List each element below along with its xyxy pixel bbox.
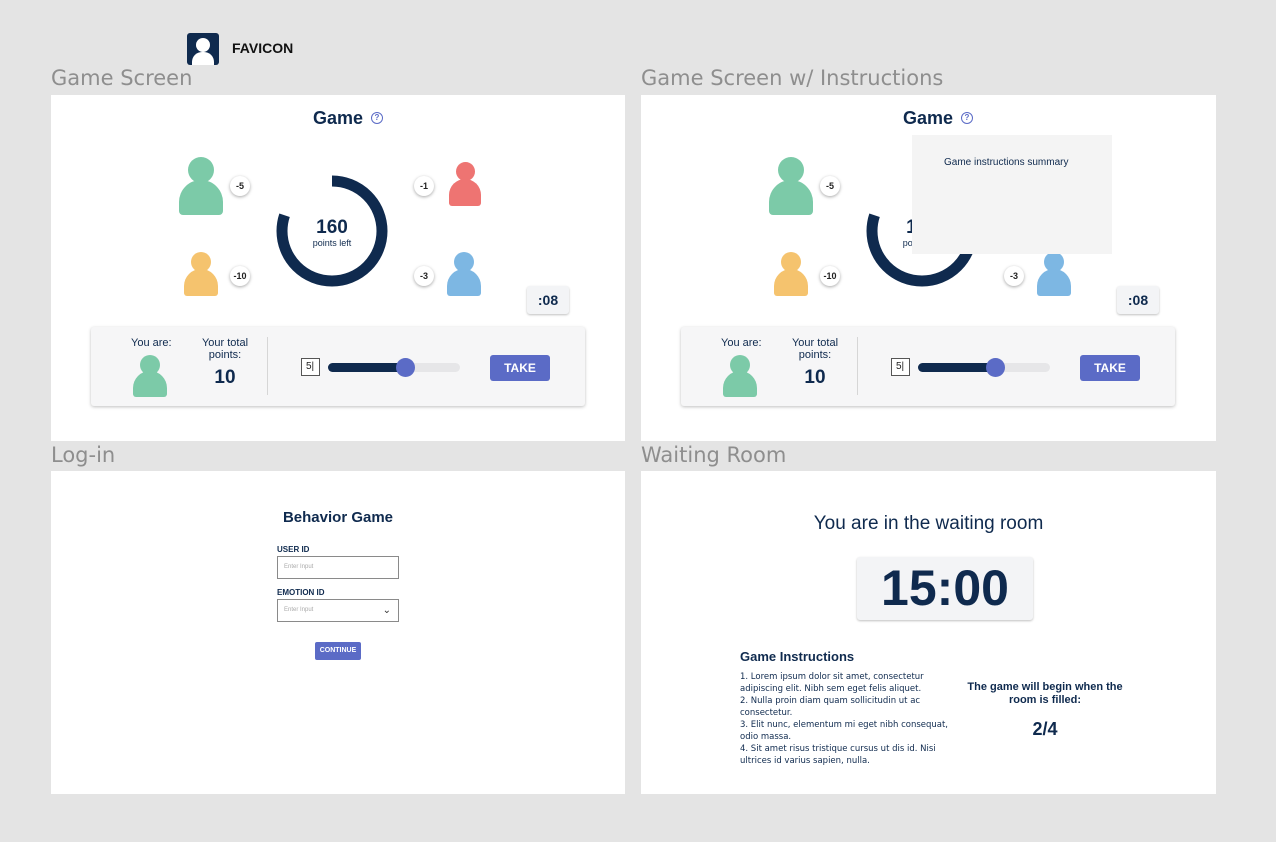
total-points-label: Your total points:	[201, 337, 249, 361]
game-title: Game	[903, 108, 954, 128]
frame-label-game-screen: Game Screen	[51, 66, 193, 90]
take-button[interactable]: TAKE	[1080, 355, 1140, 381]
panel-divider	[857, 337, 858, 395]
favicon-icon	[187, 33, 219, 65]
player-panel: You are: Your total points: 10 5| TAKE	[91, 327, 585, 406]
player-red-badge: -1	[414, 176, 434, 196]
take-slider-fill	[918, 363, 995, 372]
take-amount-input[interactable]: 5|	[891, 358, 910, 376]
player-blue-avatar	[1037, 252, 1071, 296]
you-are-label: You are:	[721, 337, 762, 349]
game-title: Game	[313, 108, 364, 128]
your-avatar	[133, 355, 167, 397]
player-green-badge: -5	[230, 176, 250, 196]
continue-button[interactable]: CONTINUE	[315, 642, 361, 660]
instruction-item: 2. Nulla proin diam quam sollicitudin ut…	[740, 696, 921, 718]
help-icon[interactable]: ?	[961, 112, 973, 124]
game-screen-instructions-frame: Game ? -5 -10 -3 160 points left Game in…	[641, 95, 1216, 441]
player-green-badge: -5	[820, 176, 840, 196]
room-count: 2/4	[1032, 719, 1058, 739]
total-points-value: 10	[804, 367, 826, 388]
favicon-label: FAVICON	[232, 40, 294, 56]
take-slider-thumb[interactable]	[395, 358, 415, 377]
player-panel: You are: Your total points: 10 5| TAKE	[681, 327, 1175, 406]
frame-label-game-screen-instructions: Game Screen w/ Instructions	[641, 66, 944, 90]
countdown-clock: 15:00	[857, 557, 1033, 620]
user-id-field[interactable]: Enter Input	[277, 556, 399, 579]
instructions-summary-text: Game instructions summary	[944, 157, 1069, 168]
your-avatar	[723, 355, 757, 397]
instruction-item: 3. Elit nunc, elementum mi eget nibh con…	[740, 720, 949, 742]
points-left-value: 160	[316, 217, 348, 238]
player-yellow-badge: -10	[820, 266, 840, 286]
chevron-down-icon: ⌄	[382, 605, 391, 616]
player-blue-avatar	[447, 252, 481, 296]
user-id-label: USER ID	[277, 545, 310, 554]
player-green-avatar	[769, 157, 813, 215]
you-are-label: You are:	[131, 337, 172, 349]
take-amount-input[interactable]: 5|	[301, 358, 320, 376]
player-yellow-badge: -10	[230, 266, 250, 286]
emotion-id-select[interactable]: Enter Input ⌄	[277, 599, 399, 622]
player-blue-badge: -3	[414, 266, 434, 286]
points-left-label: points left	[312, 238, 352, 248]
waiting-room-title: You are in the waiting room	[813, 513, 1044, 534]
login-frame: Behavior Game USER ID Enter Input EMOTIO…	[51, 471, 625, 794]
waiting-room-frame: You are in the waiting room 15:00 Game I…	[641, 471, 1216, 794]
instructions-tooltip: Game instructions summary	[912, 135, 1112, 254]
player-yellow-avatar	[774, 252, 808, 296]
frame-label-login: Log-in	[51, 443, 116, 467]
emotion-id-label: EMOTION ID	[277, 588, 325, 597]
game-screen-frame: Game ? -5 -1 -10 -3 160 points left :08 …	[51, 95, 625, 441]
take-slider-thumb[interactable]	[985, 358, 1005, 377]
turn-timer: :08	[1117, 286, 1159, 314]
login-title: Behavior Game	[282, 509, 394, 526]
total-points-label: Your total points:	[791, 337, 839, 361]
take-slider-fill	[328, 363, 405, 372]
begin-text: The game will begin when the room is fil…	[967, 681, 1123, 706]
instruction-item: 1. Lorem ipsum dolor sit amet, consectet…	[740, 672, 924, 694]
player-blue-badge: -3	[1004, 266, 1024, 286]
emotion-id-placeholder: Enter Input	[284, 607, 314, 613]
total-points-value: 10	[214, 367, 236, 388]
panel-divider	[267, 337, 268, 395]
player-red-avatar	[449, 162, 481, 206]
help-icon[interactable]: ?	[371, 112, 383, 124]
player-yellow-avatar	[184, 252, 218, 296]
instructions-list: 1. Lorem ipsum dolor sit amet, consectet…	[740, 671, 952, 767]
take-button[interactable]: TAKE	[490, 355, 550, 381]
player-green-avatar	[179, 157, 223, 215]
instructions-title: Game Instructions	[740, 649, 855, 664]
turn-timer: :08	[527, 286, 569, 314]
instruction-item: 4. Sit amet risus tristique cursus ut di…	[740, 744, 936, 766]
frame-label-waiting-room: Waiting Room	[641, 443, 787, 467]
